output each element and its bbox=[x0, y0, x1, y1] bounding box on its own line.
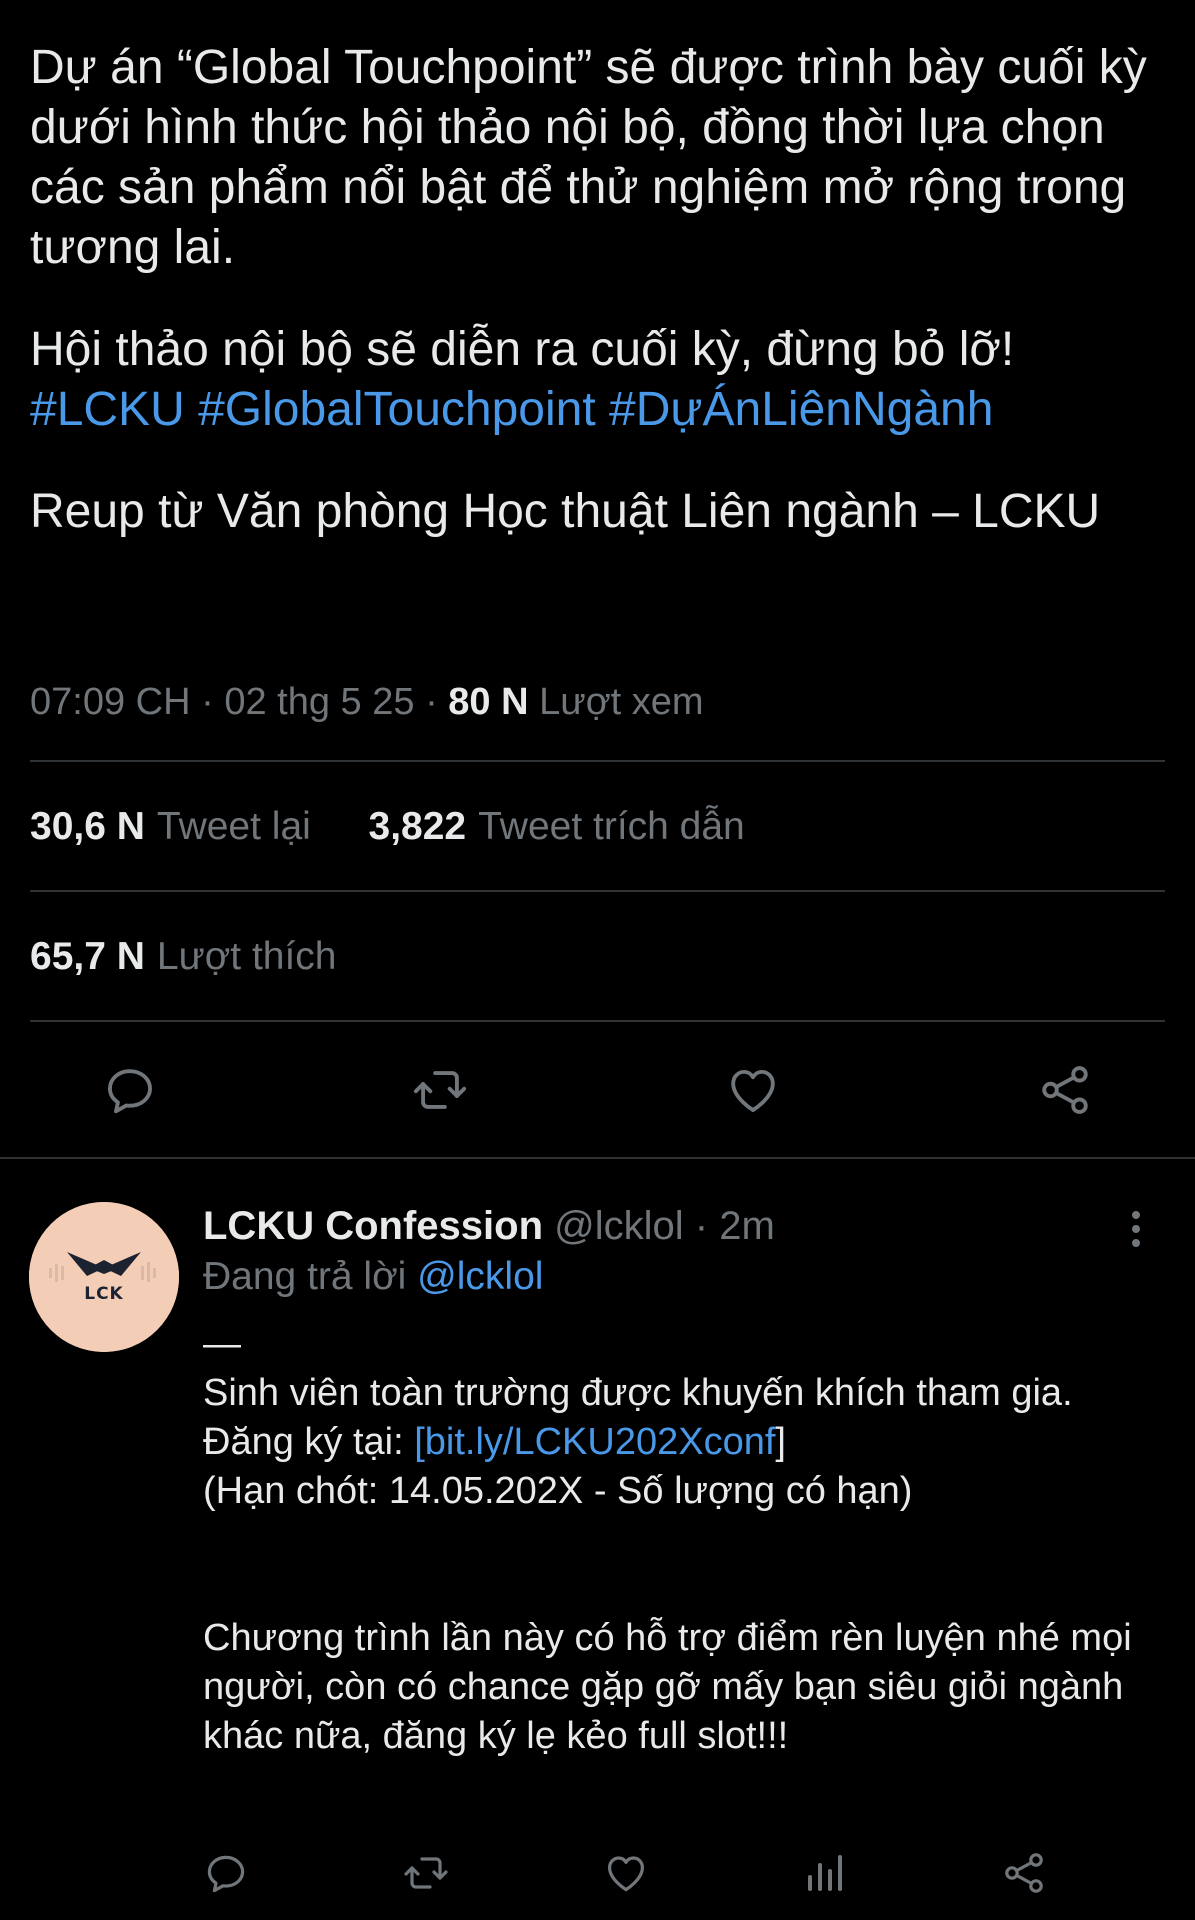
tweet-date: 02 thg 5 25 bbox=[224, 681, 415, 723]
divider bbox=[30, 1020, 1165, 1022]
more-vertical-icon bbox=[1132, 1211, 1140, 1247]
heart-icon bbox=[731, 1069, 775, 1112]
views-count[interactable]: 80 N bbox=[448, 681, 528, 723]
retweet-stats-row: 30,6 N Tweet lại 3,822 Tweet trích dẫn bbox=[30, 801, 745, 853]
tweet-time: 07:09 CH bbox=[30, 681, 191, 723]
reply-action-bar bbox=[0, 1845, 1195, 1895]
replying-to: Đang trả lời @lcklol bbox=[203, 1251, 543, 1303]
register-suffix: ] bbox=[775, 1421, 786, 1463]
retweets-label: Tweet lại bbox=[156, 805, 311, 848]
likes-count: 65,7 N bbox=[30, 935, 145, 978]
register-link[interactable]: [bit.ly/LCKU202Xconf bbox=[414, 1421, 775, 1463]
register-prefix: Đăng ký tại: bbox=[203, 1421, 415, 1463]
reply-handle[interactable]: @lcklol bbox=[554, 1204, 684, 1248]
replying-prefix: Đang trả lời bbox=[203, 1255, 407, 1298]
likes-stats-row: 65,7 N Lượt thích bbox=[30, 931, 337, 983]
like-button[interactable] bbox=[718, 1055, 788, 1125]
reply-line-1: Sinh viên toàn trường được khuyến khích … bbox=[203, 1372, 1073, 1414]
quotes-label: Tweet trích dẫn bbox=[478, 805, 745, 848]
avatar-logo-text: LCK bbox=[84, 1284, 123, 1304]
deadline-line: (Hạn chót: 14.05.202X - Số lượng có hạn) bbox=[203, 1470, 913, 1512]
register-line: Đăng ký tại: [bit.ly/LCKU202Xconf] bbox=[203, 1418, 1163, 1467]
quotes-count: 3,822 bbox=[368, 805, 467, 848]
reply-retweet-button[interactable] bbox=[398, 1845, 454, 1901]
share-icon bbox=[1005, 1853, 1043, 1893]
divider bbox=[30, 760, 1165, 762]
analytics-icon bbox=[808, 1855, 842, 1891]
reply-icon bbox=[108, 1069, 152, 1114]
tweet-paragraph-1: Dự án “Global Touchpoint” sẽ được trình … bbox=[30, 41, 1161, 274]
reply-icon bbox=[207, 1855, 245, 1893]
likes-stat[interactable]: 65,7 N Lượt thích bbox=[30, 935, 337, 978]
retweet-icon bbox=[404, 1857, 448, 1889]
section-divider bbox=[0, 1157, 1195, 1159]
reply-display-name[interactable]: LCKU Confession bbox=[203, 1204, 543, 1248]
divider bbox=[30, 890, 1165, 892]
retweet-button[interactable] bbox=[405, 1055, 475, 1125]
reply-text: — Sinh viên toàn trường được khuyến khíc… bbox=[203, 1320, 1163, 1761]
share-button[interactable] bbox=[1030, 1055, 1100, 1125]
likes-label: Lượt thích bbox=[156, 935, 337, 978]
tweet-text: Dự án “Global Touchpoint” sẽ được trình … bbox=[30, 38, 1170, 542]
tweet-meta: 07:09 CH · 02 thg 5 25 · 80 N Lượt xem bbox=[30, 676, 704, 728]
share-icon bbox=[1042, 1066, 1088, 1114]
reply-button[interactable] bbox=[95, 1055, 165, 1125]
heart-icon bbox=[608, 1856, 644, 1892]
reply-views-button[interactable] bbox=[796, 1845, 852, 1901]
tweet-hashtags[interactable]: #LCKU #GlobalTouchpoint #DựÁnLiênNgành bbox=[30, 380, 1170, 440]
more-options-button[interactable] bbox=[1118, 1204, 1154, 1254]
retweets-stat[interactable]: 30,6 N Tweet lại bbox=[30, 805, 322, 848]
reply-time: 2m bbox=[719, 1204, 775, 1248]
reply-share-button[interactable] bbox=[996, 1845, 1052, 1901]
tweet-action-bar bbox=[0, 1055, 1195, 1125]
meta-separator: · bbox=[425, 681, 438, 723]
lck-logo-icon: LCK bbox=[29, 1202, 179, 1352]
reply-dash: — bbox=[203, 1323, 241, 1365]
retweets-count: 30,6 N bbox=[30, 805, 145, 848]
header-separator: · bbox=[694, 1204, 709, 1248]
avatar[interactable]: LCK bbox=[29, 1202, 179, 1352]
reply-reply-button[interactable] bbox=[198, 1845, 254, 1901]
retweet-icon bbox=[413, 1071, 467, 1109]
tweet-paragraph-3: Reup từ Văn phòng Học thuật Liên ngành –… bbox=[30, 485, 1101, 538]
closing-paragraph: Chương trình lần này có hỗ trợ điểm rèn … bbox=[203, 1617, 1143, 1757]
views-label: Lượt xem bbox=[539, 681, 704, 723]
reply-header: LCKU Confession @lcklol · 2m bbox=[203, 1200, 775, 1252]
tweet-paragraph-2: Hội thảo nội bộ sẽ diễn ra cuối kỳ, đừng… bbox=[30, 323, 1015, 376]
main-tweet: Dự án “Global Touchpoint” sẽ được trình … bbox=[0, 0, 1195, 1158]
meta-separator: · bbox=[201, 681, 214, 723]
reply-like-button[interactable] bbox=[598, 1845, 654, 1901]
quotes-stat[interactable]: 3,822 Tweet trích dẫn bbox=[369, 805, 745, 848]
replying-mention[interactable]: @lcklol bbox=[417, 1255, 543, 1298]
